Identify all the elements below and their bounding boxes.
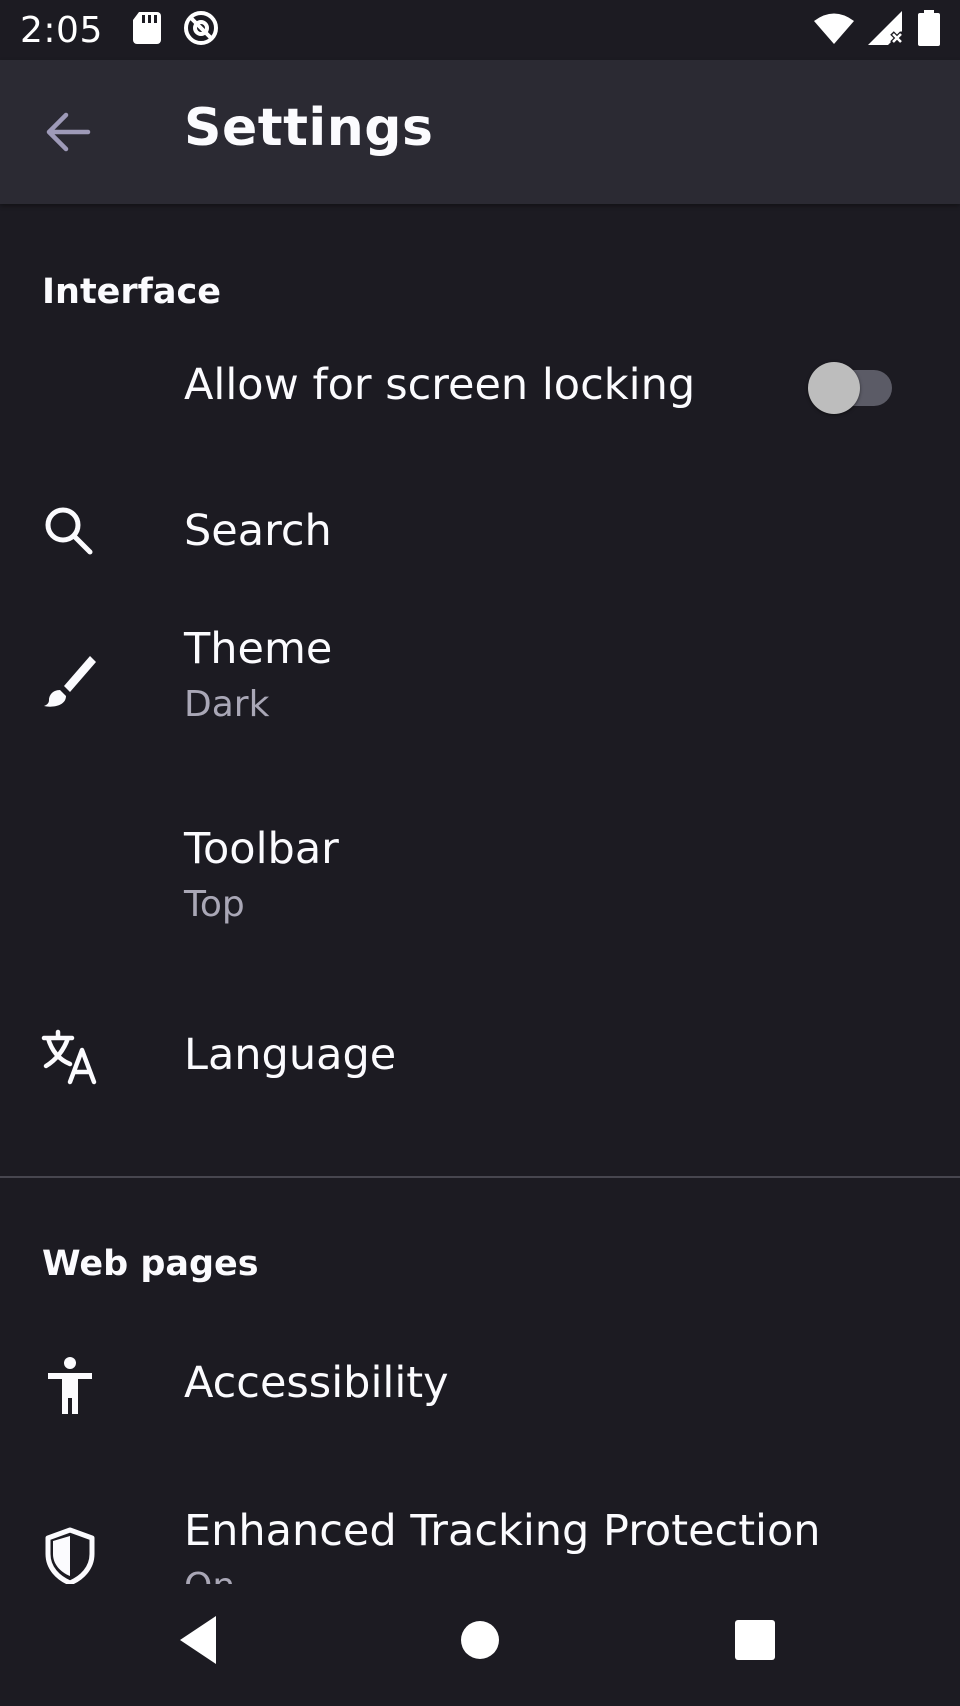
toggle-thumb xyxy=(808,362,860,414)
settings-list: Interface Allow for screen locking Searc… xyxy=(0,204,960,1584)
translate-icon xyxy=(40,1026,100,1086)
sd-card-icon xyxy=(132,12,161,48)
arrow-back-icon[interactable] xyxy=(40,104,96,160)
toolbar-value: Top xyxy=(184,884,245,925)
shield-icon xyxy=(40,1526,100,1584)
nav-back-icon[interactable] xyxy=(170,1610,230,1670)
screen-lock-row[interactable]: Allow for screen locking xyxy=(0,332,960,452)
search-icon xyxy=(40,502,100,562)
status-right-icons xyxy=(814,10,940,50)
screen-lock-label: Allow for screen locking xyxy=(184,360,696,410)
at-sign-icon xyxy=(183,10,219,50)
language-label: Language xyxy=(184,1030,397,1080)
page-title: Settings xyxy=(184,98,434,158)
section-divider xyxy=(0,1176,960,1178)
settings-item-tracking-protection[interactable]: Enhanced Tracking Protection On xyxy=(0,1470,960,1584)
app-toolbar: Settings xyxy=(0,60,960,204)
brush-icon xyxy=(40,650,100,710)
screen-lock-toggle[interactable] xyxy=(808,356,892,414)
system-nav-bar xyxy=(0,1584,960,1706)
settings-item-theme[interactable]: Theme Dark xyxy=(0,600,960,780)
settings-screen: 2:05 Settings Interface Allow for screen… xyxy=(0,0,960,1706)
accessibility-icon xyxy=(40,1356,100,1416)
section-header-web-pages: Web pages xyxy=(42,1244,259,1284)
settings-item-toolbar[interactable]: Toolbar Top xyxy=(0,800,960,980)
nav-recents-icon[interactable] xyxy=(725,1610,785,1670)
wifi-icon xyxy=(814,12,854,48)
accessibility-label: Accessibility xyxy=(184,1358,449,1408)
cell-signal-icon xyxy=(868,11,904,49)
nav-home-icon[interactable] xyxy=(450,1610,510,1670)
tracking-protection-label: Enhanced Tracking Protection xyxy=(184,1506,821,1556)
settings-item-accessibility[interactable]: Accessibility xyxy=(0,1312,960,1462)
section-header-interface: Interface xyxy=(42,272,221,312)
settings-item-language[interactable]: Language xyxy=(0,994,960,1124)
status-bar: 2:05 xyxy=(0,0,960,60)
toolbar-label: Toolbar xyxy=(184,824,339,874)
battery-icon xyxy=(918,10,940,50)
status-left-icons xyxy=(132,10,219,50)
tracking-protection-value: On xyxy=(184,1566,235,1584)
status-time: 2:05 xyxy=(20,9,103,51)
search-label: Search xyxy=(184,506,332,556)
settings-item-search[interactable]: Search xyxy=(0,470,960,600)
theme-label: Theme xyxy=(184,624,333,674)
theme-value: Dark xyxy=(184,684,270,725)
